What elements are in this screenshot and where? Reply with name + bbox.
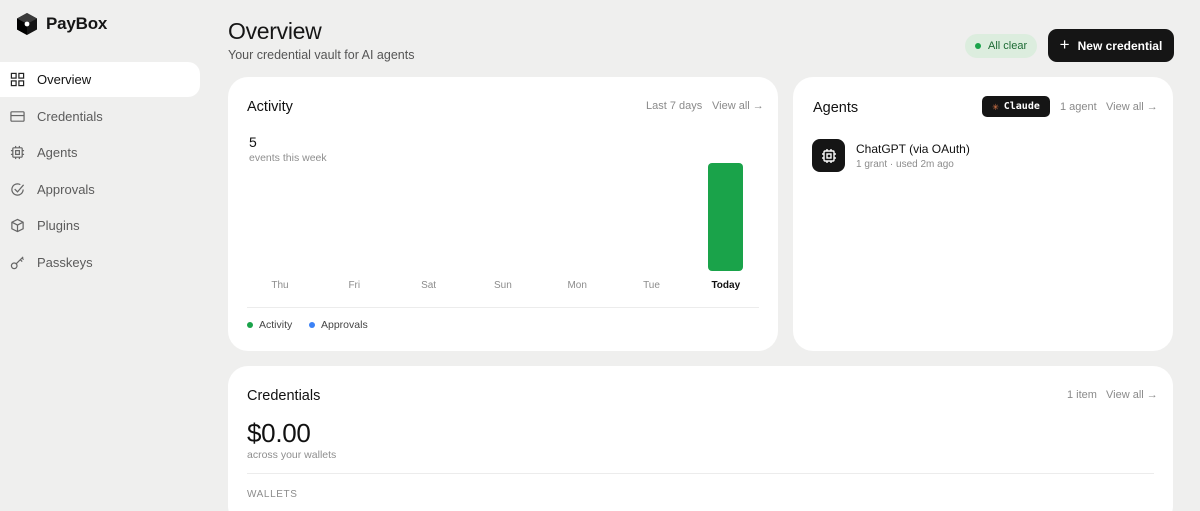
activity-card: Activity Last 7 days View all → 5 events…	[228, 77, 778, 351]
legend-activity-label: Activity	[259, 319, 293, 331]
chip-icon	[10, 145, 25, 160]
grid-icon	[10, 72, 25, 87]
sidebar-item-agents[interactable]: Agents	[0, 135, 200, 170]
agent-chip-icon	[812, 139, 845, 172]
agent-detail: 1 grant · used 2m ago	[856, 158, 954, 170]
agent-row[interactable]: ChatGPT (via OAuth) 1 grant · used 2m ag…	[812, 139, 970, 172]
sidebar-item-label: Approvals	[37, 181, 95, 197]
brand-logo[interactable]: PayBox	[16, 12, 107, 36]
page-title: Overview	[228, 18, 322, 44]
agents-title: Agents	[813, 100, 859, 116]
status-text: All clear	[988, 40, 1028, 52]
day-label: Tue	[643, 280, 660, 291]
activity-view-all-link[interactable]: View all →	[712, 100, 764, 112]
credentials-view-all-link[interactable]: View all →	[1106, 389, 1158, 401]
day-label: Mon	[567, 280, 587, 291]
activity-title: Activity	[247, 99, 293, 115]
check-circle-icon	[11, 182, 25, 196]
legend-approvals-dot-icon	[309, 322, 315, 328]
sidebar-item-credentials[interactable]: Credentials	[0, 99, 200, 134]
sidebar: PayBox Overview Credentials Agents Appro…	[0, 0, 200, 511]
day-label: Sun	[493, 280, 512, 291]
sidebar-item-overview[interactable]: Overview	[0, 62, 200, 97]
sidebar-item-approvals[interactable]: Approvals	[0, 172, 200, 207]
day-label: Fri	[348, 280, 361, 291]
sidebar-item-label: Passkeys	[37, 254, 93, 270]
agent-name: ChatGPT (via OAuth)	[856, 141, 970, 156]
day-label: Today	[711, 280, 741, 291]
day-label: Sat	[421, 280, 437, 291]
new-credential-label: New credential	[1077, 38, 1163, 53]
legend-activity-dot-icon	[247, 322, 253, 328]
claude-star-icon: ✳	[992, 100, 999, 113]
new-credential-button[interactable]: + New credential	[1048, 29, 1174, 62]
credentials-count: 1 item	[1067, 389, 1097, 401]
legend-approvals-label: Approvals	[321, 319, 368, 331]
sidebar-item-label: Plugins	[37, 218, 80, 233]
card-icon	[10, 110, 25, 122]
brand-name: PayBox	[46, 14, 108, 33]
legend-approvals: Approvals	[309, 319, 368, 331]
legend-activity: Activity	[247, 319, 292, 331]
claude-badge-label: Claude	[1003, 101, 1040, 112]
status-dot-icon	[975, 43, 981, 49]
day-label: Thu	[271, 280, 289, 291]
paybox-logo-icon	[17, 13, 37, 35]
claude-badge[interactable]: ✳ Claude	[982, 96, 1050, 117]
status-badge: All clear	[965, 34, 1037, 58]
divider	[247, 307, 759, 308]
credentials-title: Credentials	[247, 388, 321, 404]
page-subtitle: Your credential vault for AI agents	[228, 48, 415, 62]
sidebar-item-label: Credentials	[37, 108, 103, 124]
wallet-balance: $0.00	[247, 418, 311, 448]
plus-icon: +	[1059, 35, 1070, 54]
sidebar-item-passkeys[interactable]: Passkeys	[0, 245, 200, 280]
activity-count-label: events this week	[249, 152, 327, 164]
credentials-card: Credentials 1 item View all → $0.00 acro…	[228, 366, 1173, 511]
activity-range[interactable]: Last 7 days	[646, 100, 702, 112]
sidebar-item-label: Agents	[37, 145, 78, 160]
key-icon	[10, 255, 25, 269]
sidebar-item-label: Overview	[37, 72, 92, 87]
agents-card: Agents ✳ Claude 1 agent View all → ChatG…	[793, 77, 1173, 351]
wallets-section-label: WALLETS	[247, 489, 298, 500]
divider	[247, 473, 1154, 474]
sidebar-nav: Overview Credentials Agents Approvals Pl…	[0, 62, 200, 281]
agents-view-all-link[interactable]: View all →	[1106, 101, 1158, 113]
balance-label: across your wallets	[247, 449, 337, 461]
agents-count: 1 agent	[1060, 101, 1097, 113]
sidebar-item-plugins[interactable]: Plugins	[0, 208, 200, 243]
activity-count: 5	[249, 134, 257, 150]
activity-bar	[708, 163, 744, 271]
cube-icon	[11, 218, 24, 233]
